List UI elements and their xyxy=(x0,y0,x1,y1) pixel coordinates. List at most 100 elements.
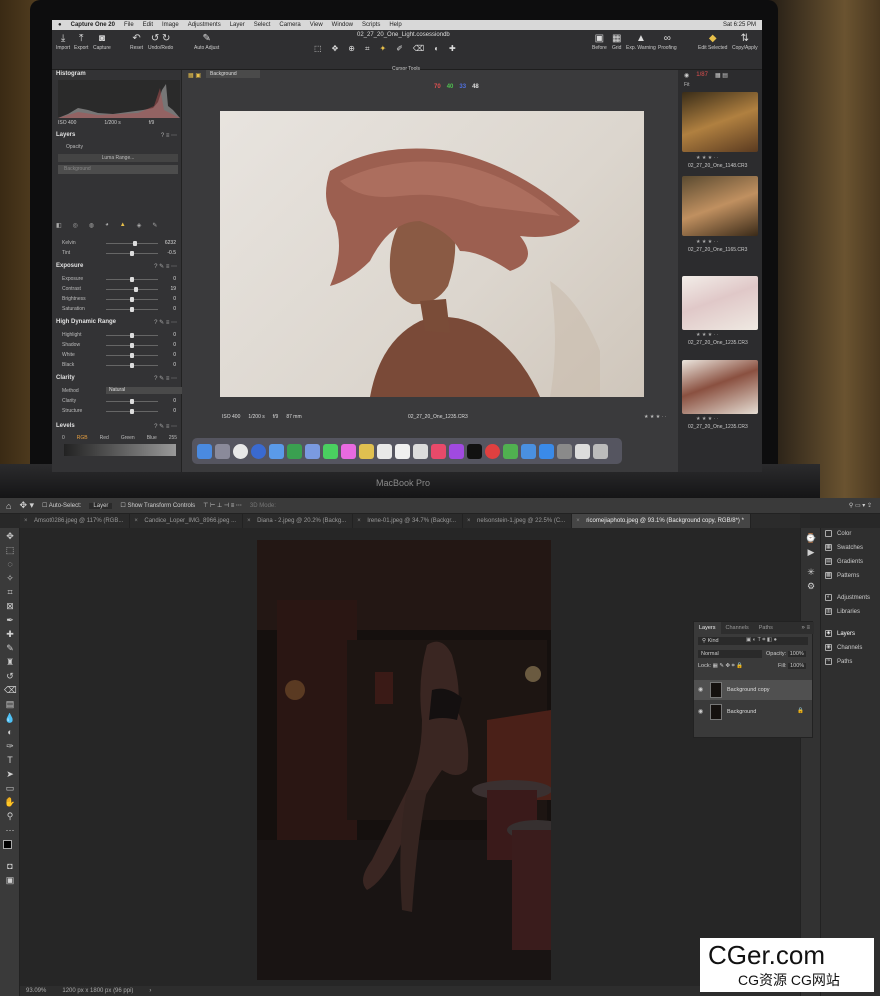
hdr-slider-value[interactable]: 0 xyxy=(160,362,176,368)
safari-icon[interactable] xyxy=(269,443,284,459)
browser-view-icons[interactable]: ▦ ▤ xyxy=(715,72,728,79)
auto-select-checkbox[interactable]: ☐ Auto-Select: xyxy=(42,502,81,509)
blur-tool-icon[interactable]: 💧 xyxy=(4,712,16,724)
document-tab[interactable]: × Amsot0286.jpeg @ 117% (RGB... xyxy=(20,514,131,528)
lock-controls[interactable]: Lock: ▦ ✎ ✥ ⌗ 🔒 xyxy=(698,663,743,670)
properties-panel-icon[interactable]: ✳ xyxy=(805,566,817,578)
hdr-panel-icons[interactable]: ? ✎ ≡ ⋯ xyxy=(154,319,177,326)
chrome-icon[interactable] xyxy=(233,443,248,459)
close-tab-icon[interactable]: × xyxy=(467,514,471,528)
details-tab-icon[interactable]: ◈ xyxy=(137,222,142,230)
exposure-slider-value[interactable]: 0 xyxy=(160,296,176,302)
photos-icon[interactable] xyxy=(341,443,356,459)
clarity-slider-row[interactable]: Structure 0 xyxy=(62,408,178,416)
fit-label[interactable]: Fit xyxy=(684,82,690,88)
color-tab-icon[interactable]: ◕ xyxy=(105,222,109,230)
dodge-tool-icon[interactable]: ◐ xyxy=(4,726,16,738)
hdr-slider-track[interactable] xyxy=(106,363,158,368)
exposure-tab-icon[interactable]: ▲ xyxy=(120,222,126,230)
brush-settings-panel-icon[interactable]: ⚙ xyxy=(805,580,817,592)
crop-tool-icon[interactable]: ⌗ xyxy=(365,44,370,54)
layer-row-background-copy[interactable]: ◉ Background copy xyxy=(694,680,812,700)
apple-logo-icon[interactable]: ● xyxy=(58,22,62,28)
layer-select-dropdown[interactable]: Background xyxy=(206,70,260,78)
libraries-panel-tab[interactable]: ▥ Libraries xyxy=(825,608,860,615)
grid-button[interactable]: ▦ Grid xyxy=(612,33,621,51)
hdr-slider-track[interactable] xyxy=(106,353,158,358)
menu-layer[interactable]: Layer xyxy=(230,22,245,28)
document-icon[interactable] xyxy=(575,443,590,459)
maps-icon[interactable] xyxy=(287,443,302,459)
clarity-slider-knob[interactable] xyxy=(130,409,134,414)
calendar-icon[interactable] xyxy=(395,443,410,459)
close-tab-icon[interactable]: × xyxy=(357,514,361,528)
ps-canvas-area[interactable] xyxy=(20,528,800,986)
exposure-slider-track[interactable] xyxy=(106,307,158,312)
pen-tool-icon[interactable]: ✑ xyxy=(4,740,16,752)
thumb-4-stars[interactable]: ★ ★ ★ · · xyxy=(696,416,718,422)
app-name-menu[interactable]: Capture One 20 xyxy=(71,22,115,28)
pages-icon[interactable] xyxy=(413,443,428,459)
crop-tool-icon[interactable]: ⌗ xyxy=(4,586,16,598)
exposure-slider-row[interactable]: Exposure 0 xyxy=(62,276,178,284)
align-icons[interactable]: ⊤ ⊢ ⊥ ⊣ ≡ ⋯ xyxy=(203,502,242,509)
thumbnail-1[interactable] xyxy=(682,92,758,152)
home-icon[interactable]: ⌂ xyxy=(6,501,11,511)
appletv-icon[interactable] xyxy=(467,443,482,459)
thumb-2-stars[interactable]: ★ ★ ★ · · xyxy=(696,239,718,245)
transform-controls-checkbox[interactable]: ☐ Show Transform Controls xyxy=(120,502,195,509)
menu-select[interactable]: Select xyxy=(254,22,271,28)
blend-mode-select[interactable]: Normal xyxy=(698,650,762,658)
actions-panel-icon[interactable]: ▶ xyxy=(805,546,817,558)
path-select-tool-icon[interactable]: ➤ xyxy=(4,768,16,780)
workspace-icons[interactable]: ⚲ ▭ ▾ ⇪ xyxy=(849,502,872,509)
layer-background-row[interactable]: Background xyxy=(58,165,178,174)
messages-icon[interactable] xyxy=(323,443,338,459)
layers-panel-icons[interactable]: ? ≡ ⋯ xyxy=(161,132,177,139)
menu-image[interactable]: Image xyxy=(162,22,179,28)
auto-select-target[interactable]: Layer xyxy=(89,502,113,509)
document-tab[interactable]: × Irene-01.jpeg @ 34.7% (Backgr... xyxy=(353,514,464,528)
status-arrow-icon[interactable]: › xyxy=(149,988,151,994)
visibility-eye-icon[interactable]: ◉ xyxy=(698,708,703,715)
reset-button[interactable]: ↶ Reset xyxy=(130,33,143,51)
zoom-tool-icon[interactable]: ⊕ xyxy=(348,44,355,54)
capture-tab-icon[interactable]: ◎ xyxy=(73,222,78,230)
pan-tool-icon[interactable]: ✥ xyxy=(332,44,339,54)
screen-mode-icon[interactable]: ▣ xyxy=(4,874,16,886)
hdr-slider-knob[interactable] xyxy=(130,333,134,338)
hdr-slider-knob[interactable] xyxy=(130,363,134,368)
menu-scripts[interactable]: Scripts xyxy=(362,22,380,28)
proofing-button[interactable]: ∞ Proofing xyxy=(658,33,677,51)
exposure-slider-knob[interactable] xyxy=(134,287,139,292)
thumbnail-4[interactable] xyxy=(682,360,758,414)
channels-tab[interactable]: Channels xyxy=(721,622,754,634)
white-balance-slider-row[interactable]: Kelvin 6232 xyxy=(62,240,178,248)
foreground-color-swatch[interactable] xyxy=(3,840,12,849)
gradient-tool-icon[interactable]: ◐ xyxy=(434,44,439,54)
exposure-slider-value[interactable]: 0 xyxy=(160,276,176,282)
document-tab[interactable]: × ricomejiaphoto.jpeg @ 93.1% (Background… xyxy=(572,514,751,528)
zoom-tool-icon[interactable]: ⚲ xyxy=(4,810,16,822)
import-button[interactable]: ⤓ Import xyxy=(56,33,70,51)
hdr-slider-knob[interactable] xyxy=(130,353,134,358)
close-tab-icon[interactable]: × xyxy=(24,514,28,528)
system-preferences-icon[interactable] xyxy=(557,443,572,459)
lasso-tool-icon[interactable]: ◌ xyxy=(4,558,16,570)
paths-tab[interactable]: Paths xyxy=(754,622,778,634)
clarity-slider-knob[interactable] xyxy=(130,399,134,404)
hdr-slider-row[interactable]: Black 0 xyxy=(62,362,178,370)
document-tab[interactable]: × Candice_Loper_IMG_8966.jpeg ... xyxy=(130,514,244,528)
ps-document-canvas[interactable] xyxy=(257,540,551,980)
opacity-control[interactable]: Opacity: 100% xyxy=(766,651,806,657)
marquee-tool-icon[interactable]: ⬚ xyxy=(4,544,16,556)
music-icon[interactable] xyxy=(431,443,446,459)
menu-file[interactable]: File xyxy=(124,22,134,28)
auto-adjust-button[interactable]: ✎ Auto Adjust xyxy=(194,33,219,51)
thumb-3-stars[interactable]: ★ ★ ★ · · xyxy=(696,332,718,338)
finder-icon[interactable] xyxy=(197,443,212,459)
hdr-slider-row[interactable]: Shadow 0 xyxy=(62,342,178,350)
hdr-slider-value[interactable]: 0 xyxy=(160,342,176,348)
viewer-layout-icons[interactable]: ▦ ▣ xyxy=(188,72,201,79)
gradient-tool-icon[interactable]: ▤ xyxy=(4,698,16,710)
